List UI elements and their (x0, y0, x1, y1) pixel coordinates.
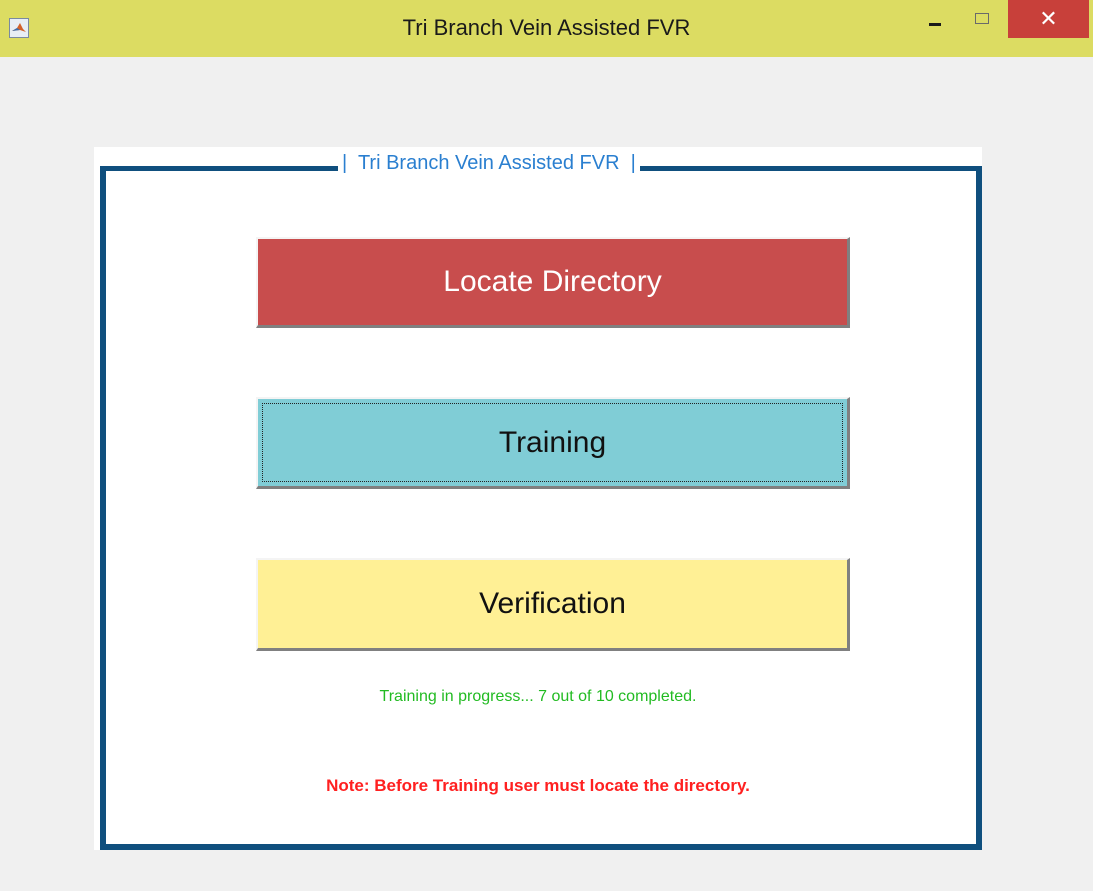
locate-directory-label: Locate Directory (443, 265, 662, 298)
note-text: Note: Before Training user must locate t… (326, 776, 750, 795)
training-label: Training (498, 425, 607, 459)
maximize-icon (975, 12, 989, 24)
minimize-button[interactable] (912, 0, 958, 38)
close-button[interactable]: ✕ (1008, 0, 1089, 38)
minimize-icon (929, 22, 941, 26)
close-icon: ✕ (1039, 6, 1058, 31)
verification-label: Verification (479, 587, 626, 620)
verification-button[interactable]: Verification (256, 558, 850, 651)
maximize-button[interactable] (960, 0, 1004, 38)
training-progress-text: Training in progress... 7 out of 10 comp… (379, 688, 697, 705)
panel-legend: | Tri Branch Vein Assisted FVR | (338, 148, 640, 178)
title-bar[interactable]: Tri Branch Vein Assisted FVR ✕ (0, 0, 1093, 57)
locate-directory-button[interactable]: Locate Directory (256, 237, 850, 328)
training-button[interactable]: Training (256, 397, 850, 489)
app-window: Tri Branch Vein Assisted FVR ✕ | Tri Bra… (0, 0, 1093, 891)
